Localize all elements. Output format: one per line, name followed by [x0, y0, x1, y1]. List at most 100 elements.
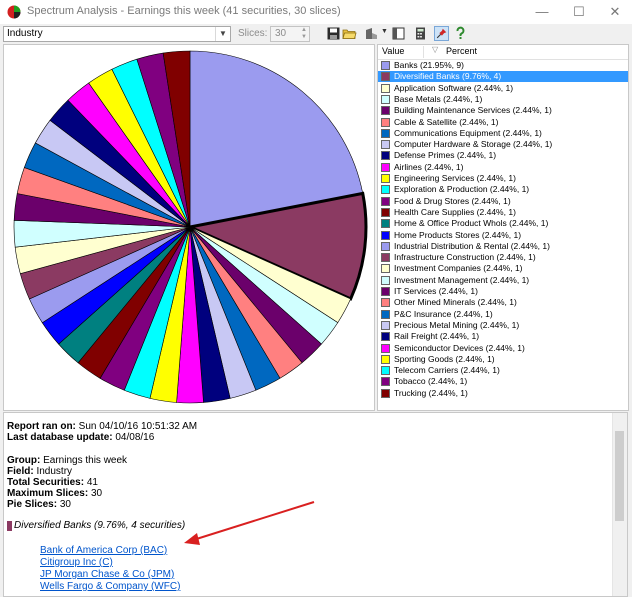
- legend-row[interactable]: Other Mined Minerals (2.44%, 1): [378, 297, 628, 308]
- legend-swatch: [381, 94, 390, 104]
- legend-row[interactable]: Application Software (2.44%, 1): [378, 83, 628, 94]
- legend-row[interactable]: Engineering Services (2.44%, 1): [378, 173, 628, 184]
- legend-swatch: [381, 377, 390, 387]
- legend-label: Rail Freight (2.44%, 1): [394, 331, 480, 342]
- calculator-icon[interactable]: [413, 26, 428, 41]
- column-header-percent[interactable]: Percent: [446, 46, 477, 56]
- legend-label: Computer Hardware & Storage (2.44%, 1): [394, 139, 553, 150]
- report-pane: Report ran on: Sun 04/10/16 10:51:32 AM …: [3, 412, 628, 597]
- minimize-button[interactable]: —: [524, 0, 560, 24]
- legend-swatch: [381, 388, 390, 398]
- legend-row[interactable]: Tobacco (2.44%, 1): [378, 376, 628, 387]
- legend-swatch: [381, 241, 390, 251]
- legend-row[interactable]: Defense Primes (2.44%, 1): [378, 150, 628, 161]
- title-bar: Spectrum Analysis - Earnings this week (…: [0, 0, 632, 25]
- field-select-value: Industry: [7, 28, 43, 39]
- close-button[interactable]: ✕: [597, 0, 632, 24]
- save-icon[interactable]: [326, 26, 341, 41]
- legend-swatch: [381, 354, 390, 364]
- legend-row[interactable]: Industrial Distribution & Rental (2.44%,…: [378, 241, 628, 252]
- legend-row[interactable]: Semiconductor Devices (2.44%, 1): [378, 343, 628, 354]
- legend-row[interactable]: Food & Drug Stores (2.44%, 1): [378, 196, 628, 207]
- legend-row[interactable]: P&C Insurance (2.44%, 1): [378, 309, 628, 320]
- legend-swatch: [381, 140, 390, 150]
- legend-label: Communications Equipment (2.44%, 1): [394, 127, 542, 138]
- legend-row[interactable]: Telecom Carriers (2.44%, 1): [378, 365, 628, 376]
- legend-row[interactable]: Cable & Satellite (2.44%, 1): [378, 117, 628, 128]
- help-icon[interactable]: [453, 26, 468, 41]
- slices-label: Slices:: [238, 28, 268, 39]
- legend-label: Investment Management (2.44%, 1): [394, 274, 530, 285]
- legend-label: Other Mined Minerals (2.44%, 1): [394, 297, 517, 308]
- chart-type-dropdown-icon[interactable]: ▼: [381, 28, 388, 35]
- window-title: Spectrum Analysis - Earnings this week (…: [27, 5, 341, 17]
- field-select[interactable]: Industry ▼: [3, 26, 231, 42]
- legend-label: Trucking (2.44%, 1): [394, 387, 468, 398]
- legend-swatch: [381, 174, 390, 183]
- legend-label: Base Metals (2.44%, 1): [394, 93, 483, 104]
- legend-swatch: [381, 253, 390, 263]
- legend-row[interactable]: Rail Freight (2.44%, 1): [378, 331, 628, 342]
- open-folder-icon[interactable]: [342, 26, 357, 41]
- report-scrollbar[interactable]: [612, 413, 627, 596]
- stepper-up-icon[interactable]: ▲: [299, 27, 309, 34]
- legend-label: Home Products Stores (2.44%, 1): [394, 229, 522, 240]
- legend-label: P&C Insurance (2.44%, 1): [394, 308, 493, 319]
- chart-type-icon[interactable]: [364, 26, 379, 41]
- legend-label: Cable & Satellite (2.44%, 1): [394, 116, 499, 127]
- legend-swatch: [381, 72, 390, 82]
- pin-icon[interactable]: [434, 26, 449, 41]
- legend-swatch: [381, 320, 390, 330]
- legend-swatch: [381, 366, 390, 376]
- legend-swatch: [381, 151, 390, 161]
- legend-row[interactable]: Banks (21.95%, 9): [378, 60, 628, 71]
- pie-chart[interactable]: [4, 45, 374, 410]
- legend-label: Food & Drug Stores (2.44%, 1): [394, 195, 511, 206]
- legend-row[interactable]: Sporting Goods (2.44%, 1): [378, 354, 628, 365]
- legend-label: Engineering Services (2.44%, 1): [394, 173, 516, 183]
- legend-list[interactable]: Value ▽ Percent Banks (21.95%, 9) Diversi…: [377, 44, 629, 411]
- legend-row[interactable]: Home & Office Product Whols (2.44%, 1): [378, 218, 628, 229]
- legend-label: Building Maintenance Services (2.44%, 1): [394, 105, 552, 116]
- legend-label: Application Software (2.44%, 1): [394, 82, 514, 93]
- legend-row[interactable]: Health Care Supplies (2.44%, 1): [378, 207, 628, 218]
- legend-row[interactable]: Investment Management (2.44%, 1): [378, 275, 628, 286]
- legend-row[interactable]: Investment Companies (2.44%, 1): [378, 263, 628, 274]
- legend-row[interactable]: Base Metals (2.44%, 1): [378, 94, 628, 105]
- slices-value: 30: [275, 28, 287, 39]
- legend-row[interactable]: Building Maintenance Services (2.44%, 1): [378, 105, 628, 116]
- legend-row[interactable]: Infrastructure Construction (2.44%, 1): [378, 252, 628, 263]
- legend-row[interactable]: Diversified Banks (9.76%, 4): [378, 71, 628, 83]
- sort-arrow-icon: ▽: [432, 45, 439, 54]
- window-layout-icon[interactable]: [391, 26, 406, 41]
- toolbar: Industry ▼ Slices: 30 ▲ ▼ ▼: [0, 24, 632, 44]
- legend-row[interactable]: Computer Hardware & Storage (2.44%, 1): [378, 139, 628, 150]
- app-logo-icon: [7, 5, 21, 19]
- legend-header: Value ▽ Percent: [378, 45, 628, 60]
- legend-label: Banks (21.95%, 9): [394, 60, 464, 70]
- legend-label: Airlines (2.44%, 1): [394, 161, 464, 172]
- legend-row[interactable]: Communications Equipment (2.44%, 1): [378, 128, 628, 139]
- legend-swatch: [381, 309, 390, 319]
- chevron-down-icon[interactable]: ▼: [215, 27, 230, 41]
- legend-label: Defense Primes (2.44%, 1): [394, 150, 497, 161]
- annotation-arrow-icon: [184, 501, 315, 545]
- stepper-down-icon[interactable]: ▼: [299, 34, 309, 41]
- legend-swatch: [381, 185, 390, 195]
- legend-row[interactable]: IT Services (2.44%, 1): [378, 286, 628, 297]
- report-scrollbar-thumb[interactable]: [615, 431, 624, 521]
- column-header-value[interactable]: Value: [382, 46, 404, 56]
- legend-swatch: [381, 264, 390, 274]
- legend-swatch: [381, 106, 390, 116]
- column-divider[interactable]: [423, 46, 424, 58]
- legend-row[interactable]: Home Products Stores (2.44%, 1): [378, 230, 628, 241]
- legend-row[interactable]: Airlines (2.44%, 1): [378, 162, 628, 173]
- legend-row[interactable]: Precious Metal Mining (2.44%, 1): [378, 320, 628, 331]
- legend-row[interactable]: Exploration & Production (2.44%, 1): [378, 184, 628, 195]
- legend-swatch: [381, 128, 390, 138]
- legend-row[interactable]: Trucking (2.44%, 1): [378, 388, 628, 399]
- pie-chart-pane: [3, 44, 375, 411]
- slices-stepper[interactable]: 30 ▲ ▼: [270, 26, 310, 42]
- legend-swatch: [381, 343, 390, 353]
- maximize-button[interactable]: ☐: [561, 0, 597, 24]
